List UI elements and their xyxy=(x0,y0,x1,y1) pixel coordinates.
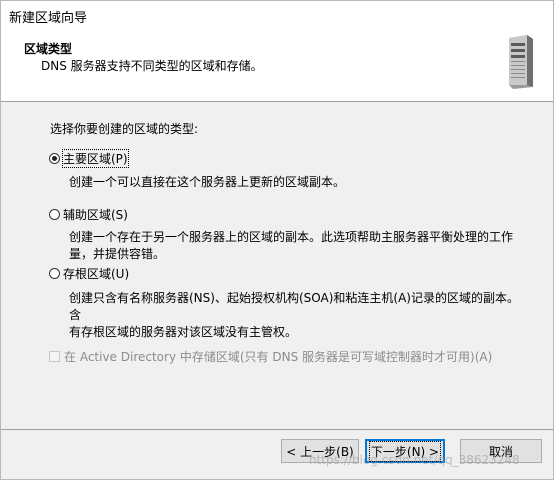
radio-secondary-label[interactable]: 辅助区域(S) xyxy=(63,206,128,223)
radio-primary-zone[interactable]: 主要区域(P) xyxy=(49,149,129,168)
secondary-zone-description: 创建一个存在于另一个服务器上的区域的副本。此选项帮助主服务器平衡处理的工作 量，… xyxy=(69,229,519,263)
footer-separator xyxy=(1,429,553,430)
radio-stub-label[interactable]: 存根区域(U) xyxy=(63,265,129,282)
new-zone-wizard-window: 新建区域向导 区域类型 DNS 服务器支持不同类型的区域和存储。 选择你要创建的… xyxy=(0,0,554,480)
zone-type-prompt: 选择你要创建的区域的类型: xyxy=(50,122,199,136)
wizard-header: 区域类型 DNS 服务器支持不同类型的区域和存储。 xyxy=(1,28,553,102)
stub-desc-line2: 有存根区域的服务器对该区域没有主管权。 xyxy=(69,325,298,339)
secondary-desc-line2: 量，并提供容错。 xyxy=(69,247,166,261)
radio-button-stub[interactable] xyxy=(49,268,60,279)
watermark-text: https://blog.csdn.net/qq_38623248 xyxy=(309,453,520,467)
window-title: 新建区域向导 xyxy=(9,11,88,26)
secondary-desc-line1: 创建一个存在于另一个服务器上的区域的副本。此选项帮助主服务器平衡处理的工作 xyxy=(69,230,514,244)
stub-zone-description: 创建只含有名称服务器(NS)、起始授权机构(SOA)和粘连主机(A)记录的区域的… xyxy=(69,290,519,341)
title-bar: 新建区域向导 xyxy=(1,1,553,28)
server-icon xyxy=(509,35,533,89)
wizard-content: 选择你要创建的区域的类型: 主要区域(P) 创建一个可以直接在这个服务器上更新的… xyxy=(1,102,553,428)
header-description: DNS 服务器支持不同类型的区域和存储。 xyxy=(41,59,263,73)
primary-zone-description: 创建一个可以直接在这个服务器上更新的区域副本。 xyxy=(69,175,346,189)
header-title: 区域类型 xyxy=(24,42,73,56)
radio-button-primary[interactable] xyxy=(49,153,60,164)
radio-stub-zone[interactable]: 存根区域(U) xyxy=(49,265,129,282)
ad-storage-label: 在 Active Directory 中存储区域(只有 DNS 服务器是可写域控… xyxy=(64,350,493,364)
radio-primary-label[interactable]: 主要区域(P) xyxy=(62,149,129,168)
radio-button-secondary[interactable] xyxy=(49,209,60,220)
stub-desc-line1: 创建只含有名称服务器(NS)、起始授权机构(SOA)和粘连主机(A)记录的区域的… xyxy=(69,291,519,322)
ad-storage-checkbox-row: 在 Active Directory 中存储区域(只有 DNS 服务器是可写域控… xyxy=(49,348,492,365)
radio-secondary-zone[interactable]: 辅助区域(S) xyxy=(49,206,128,223)
ad-storage-checkbox xyxy=(49,351,60,362)
